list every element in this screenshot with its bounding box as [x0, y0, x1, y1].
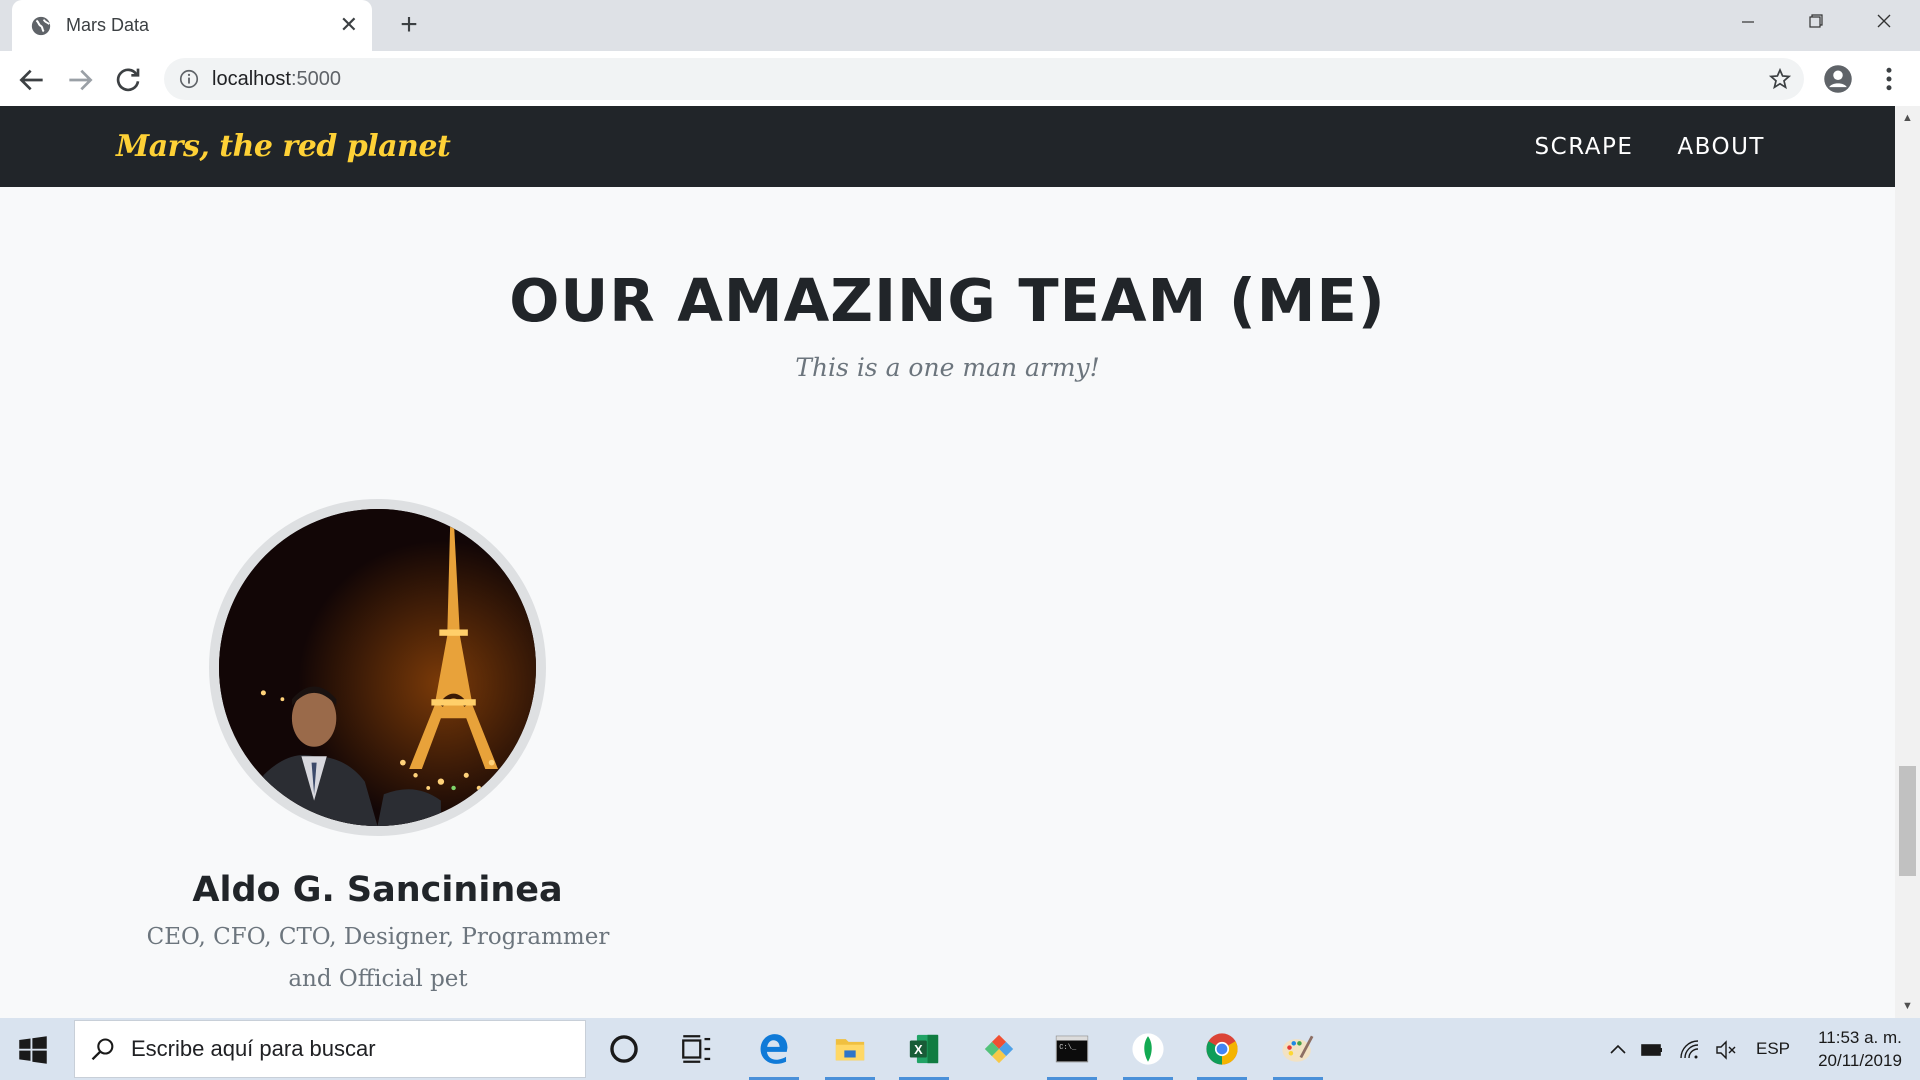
team-heading: OUR AMAZING TEAM (ME)	[509, 266, 1386, 335]
wifi-icon[interactable]	[1678, 1038, 1702, 1062]
page-viewport: Mars, the red planet SCRAPE ABOUT OUR AM…	[0, 106, 1895, 1018]
task-view-icon	[682, 1035, 711, 1063]
clock-time: 11:53 a. m.	[1818, 1028, 1902, 1047]
site-brand[interactable]: Mars, the red planet	[116, 106, 451, 187]
scroll-up-arrow-icon[interactable]: ▲	[1902, 112, 1913, 124]
url-port: :5000	[290, 68, 341, 90]
file-explorer-taskbar-button[interactable]	[819, 1018, 881, 1080]
url-host: localhost	[212, 68, 291, 90]
chrome-icon	[1206, 1033, 1238, 1065]
taskbar-search-box[interactable]: Escribe aquí para buscar	[74, 1020, 586, 1078]
cortana-icon	[610, 1035, 638, 1063]
browser-toolbar: localhost:5000	[0, 51, 1920, 107]
nav-link-about[interactable]: ABOUT	[1677, 134, 1765, 160]
forward-arrow-icon[interactable]	[64, 64, 96, 96]
battery-icon[interactable]	[1640, 1038, 1664, 1062]
nav-links: SCRAPE ABOUT	[1535, 106, 1765, 187]
edge-taskbar-button[interactable]	[743, 1018, 805, 1080]
reload-icon[interactable]	[112, 64, 144, 96]
mongodb-taskbar-button[interactable]	[1117, 1018, 1179, 1080]
git-icon	[984, 1034, 1014, 1064]
paint-taskbar-button[interactable]	[1267, 1018, 1329, 1080]
browser-tab[interactable]: Mars Data ✕	[12, 0, 372, 51]
new-tab-button[interactable]: +	[392, 8, 426, 42]
excel-taskbar-button[interactable]: X	[893, 1018, 955, 1080]
minimize-button[interactable]	[1714, 0, 1782, 44]
excel-icon: X	[909, 1034, 939, 1064]
tab-title: Mars Data	[66, 15, 150, 35]
terminal-taskbar-button[interactable]: C:\_	[1041, 1018, 1103, 1080]
close-icon	[1877, 14, 1891, 28]
team-subheading: This is a one man army!	[795, 353, 1100, 382]
nav-link-scrape[interactable]: SCRAPE	[1535, 134, 1634, 160]
info-icon[interactable]	[178, 68, 200, 90]
svg-text:X: X	[914, 1042, 923, 1057]
windows-start-icon[interactable]	[18, 1035, 48, 1065]
browser-tabstrip: Mars Data ✕ +	[0, 0, 1920, 51]
terminal-icon: C:\_	[1055, 1035, 1089, 1063]
team-member-role: CEO, CFO, CTO, Designer, Programmer and …	[146, 924, 610, 992]
taskbar-search-placeholder: Escribe aquí para buscar	[131, 1036, 376, 1061]
scroll-thumb[interactable]	[1899, 766, 1916, 876]
site-navbar: Mars, the red planet SCRAPE ABOUT	[0, 106, 1895, 187]
chevron-up-icon[interactable]	[1606, 1038, 1630, 1062]
restore-icon	[1809, 14, 1823, 28]
team-member-photo	[209, 499, 546, 836]
bookmark-star-icon[interactable]	[1768, 67, 1792, 91]
search-icon	[91, 1038, 114, 1061]
windows-taskbar: Escribe aquí para buscar X C:\_ ESP 11:5…	[0, 1018, 1920, 1080]
scroll-down-arrow-icon[interactable]: ▼	[1902, 1000, 1913, 1012]
address-bar[interactable]: localhost:5000	[164, 58, 1804, 100]
chrome-taskbar-button[interactable]	[1191, 1018, 1253, 1080]
url-text: localhost:5000	[212, 58, 341, 100]
paint-icon	[1282, 1035, 1314, 1062]
eiffel-tower-photo	[219, 509, 536, 826]
mongodb-icon	[1132, 1033, 1164, 1065]
volume-muted-icon[interactable]	[1714, 1038, 1738, 1062]
globe-icon	[31, 16, 51, 35]
back-arrow-icon[interactable]	[16, 64, 48, 96]
git-taskbar-button[interactable]	[968, 1018, 1030, 1080]
page-scrollbar[interactable]: ▲ ▼	[1895, 106, 1920, 1018]
account-icon[interactable]	[1823, 64, 1853, 94]
file-explorer-icon	[835, 1039, 865, 1061]
kebab-menu-icon[interactable]	[1874, 64, 1904, 94]
clock-date: 20/11/2019	[1818, 1051, 1902, 1070]
close-window-button[interactable]	[1850, 0, 1918, 44]
minimize-icon	[1742, 21, 1754, 23]
cortana-button[interactable]	[593, 1018, 655, 1080]
team-member-name: Aldo G. Sancininea	[192, 870, 563, 910]
close-tab-icon[interactable]: ✕	[340, 12, 358, 38]
task-view-button[interactable]	[665, 1018, 727, 1080]
svg-text:C:\_: C:\_	[1059, 1044, 1077, 1052]
input-language[interactable]: ESP	[1756, 1018, 1790, 1080]
edge-icon	[760, 1034, 788, 1064]
taskbar-clock[interactable]: 11:53 a. m. 20/11/2019	[1800, 1026, 1920, 1072]
restore-button[interactable]	[1782, 0, 1850, 44]
